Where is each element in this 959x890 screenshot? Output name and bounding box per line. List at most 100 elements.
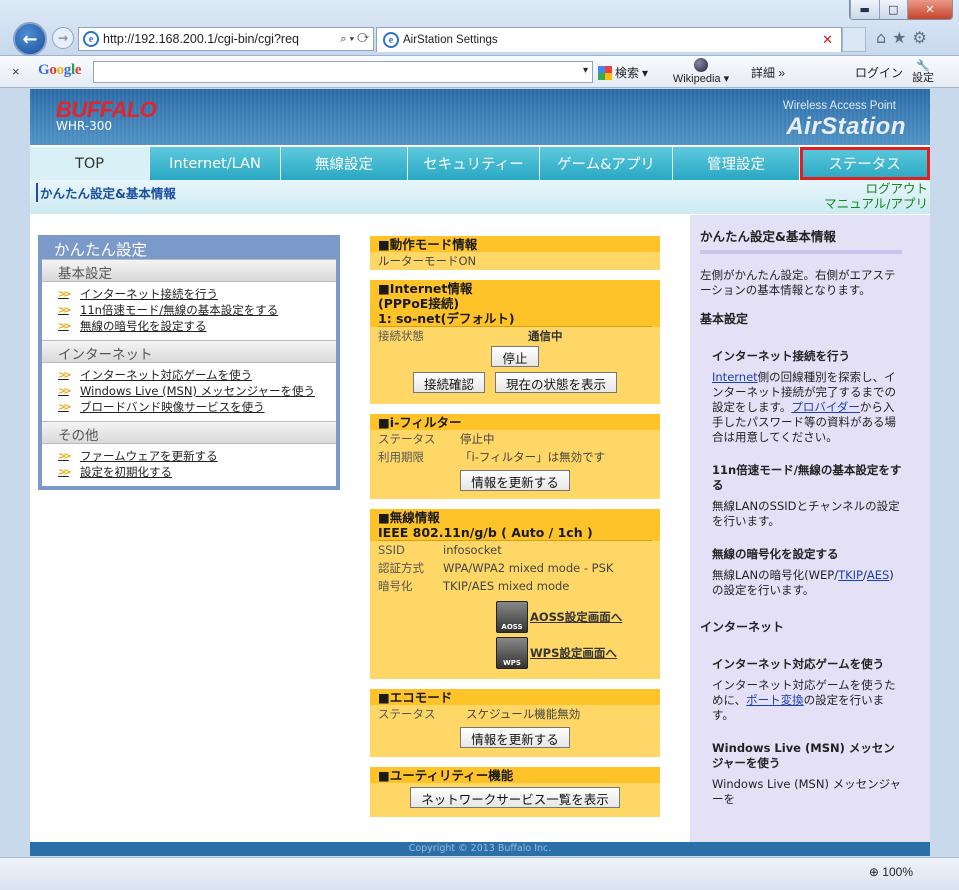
- link-label: インターネット対応ゲームを使う: [80, 368, 253, 382]
- address-text[interactable]: http://192.168.200.1/cgi-bin/cgi?req: [103, 32, 299, 46]
- easy-setup-box: かんたん設定 基本設定 >> インターネット接続を行う >> 11n倍速モード/無線…: [38, 235, 340, 490]
- double-arrow-icon: >>: [58, 385, 72, 397]
- toolbar-login-button[interactable]: ログイン: [855, 64, 903, 81]
- window-controls: ▬ □ ✕: [849, 0, 953, 20]
- logout-links: ログアウト マニュアル/アプリ: [824, 181, 928, 211]
- help-item3-text1: 無線LANの暗号化(WEP/: [712, 568, 839, 582]
- aoss-icon: AOSS: [496, 601, 528, 633]
- google-logo: Google: [38, 62, 82, 78]
- help-internet-heading: インターネット: [700, 620, 785, 634]
- menu-status[interactable]: ステータス: [800, 147, 930, 180]
- help-item2-title: 11n倍速モード/無線の基本設定をする: [712, 463, 902, 492]
- ifilter-period-value: 「i-フィルター」は無効です: [460, 450, 606, 464]
- address-bar[interactable]: e http://192.168.200.1/cgi-bin/cgi?req ⌕…: [78, 27, 374, 51]
- help-item1-text: Internet側の回線種別を探索し、インターネット接続が完了するまでの設定をし…: [712, 370, 902, 445]
- tab-title: AirStation Settings: [403, 34, 498, 46]
- easy-setup-title: かんたん設定: [54, 241, 148, 259]
- menu-security[interactable]: セキュリティー: [408, 147, 540, 180]
- link-11n-basic[interactable]: >> 11n倍速モード/無線の基本設定をする: [42, 302, 336, 318]
- link-broadband-video[interactable]: >> ブロードバンド映像サービスを使う: [42, 399, 336, 415]
- ssid-label: SSID: [378, 543, 405, 557]
- forward-button[interactable]: →: [52, 27, 74, 49]
- new-tab-button[interactable]: [842, 27, 866, 52]
- internet-title-line2: (PPPoE接続): [378, 296, 460, 311]
- google-search-input[interactable]: ▾: [93, 61, 593, 83]
- eco-status-row: ステータス スケジュール機能無効: [370, 705, 660, 723]
- wikipedia-button[interactable]: Wikipedia ▾: [671, 58, 731, 85]
- google-search-button[interactable]: 検索 ▾: [598, 64, 648, 81]
- menu-internet-lan[interactable]: Internet/LAN: [150, 147, 281, 180]
- maximize-button[interactable]: □: [878, 0, 907, 19]
- close-button[interactable]: ✕: [907, 0, 952, 19]
- star-icon[interactable]: ★: [892, 28, 906, 47]
- eco-status-label: ステータス: [378, 707, 436, 721]
- link-factory-reset[interactable]: >> 設定を初期化する: [42, 464, 336, 480]
- wps-link-label: WPS設定画面へ: [530, 646, 617, 660]
- link-firmware-update[interactable]: >> ファームウェアを更新する: [42, 448, 336, 464]
- ifilter-panel: ■i-フィルター ステータス 停止中 利用期限 「i-フィルター」は無効です 情報を…: [370, 414, 660, 499]
- link-online-game[interactable]: >> インターネット対応ゲームを使う: [42, 367, 336, 383]
- stop-button[interactable]: 停止: [491, 346, 539, 367]
- menu-wireless[interactable]: 無線設定: [281, 147, 408, 180]
- double-arrow-icon: >>: [58, 304, 72, 316]
- auth-label: 認証方式: [378, 561, 424, 575]
- wps-settings-link[interactable]: WPS WPS設定画面へ: [496, 637, 660, 669]
- zoom-level[interactable]: ⊕ 100%: [869, 865, 913, 879]
- double-arrow-icon: >>: [58, 466, 72, 478]
- eco-panel: ■エコモード ステータス スケジュール機能無効 情報を更新する: [370, 689, 660, 757]
- help-intro: 左側がかんたん設定。右側がエアステーションの基本情報となります。: [700, 268, 896, 297]
- check-connection-button[interactable]: 接続確認: [412, 372, 485, 393]
- ssid-row: SSID infosocket: [370, 541, 660, 559]
- eco-panel-title: ■エコモード: [370, 689, 660, 705]
- toolbar-settings-button[interactable]: 🔧 設定: [912, 60, 934, 84]
- aes-help-link[interactable]: AES: [867, 568, 889, 582]
- gear-icon[interactable]: ⚙: [913, 28, 927, 47]
- toolbar-more-button[interactable]: 詳細 »: [751, 64, 785, 81]
- back-button[interactable]: ←: [13, 22, 47, 56]
- ifilter-update-button[interactable]: 情報を更新する: [460, 470, 570, 491]
- manual-link[interactable]: マニュアル/アプリ: [824, 196, 928, 211]
- help-item5-title: Windows Live (MSN) メッセンジャーを使う: [712, 741, 895, 770]
- search-dropdown-icon[interactable]: ▾: [583, 65, 588, 76]
- menu-game-app[interactable]: ゲーム&アプリ: [540, 147, 673, 180]
- toolbar-settings-label: 設定: [912, 72, 934, 84]
- port-forward-help-link[interactable]: ポート変換: [746, 693, 804, 707]
- double-arrow-icon: >>: [58, 320, 72, 332]
- help-item4-title: インターネット対応ゲームを使う: [712, 657, 885, 671]
- help-item1-title: インターネット接続を行う: [712, 349, 850, 363]
- help-basic-heading: 基本設定: [700, 312, 749, 326]
- help-item2-text: 無線LANのSSIDとチャンネルの設定を行います。: [712, 499, 900, 528]
- tkip-help-link[interactable]: TKIP: [838, 568, 863, 582]
- home-icon[interactable]: ⌂: [876, 28, 886, 47]
- toolbar-close-icon[interactable]: ×: [12, 64, 20, 79]
- link-messenger[interactable]: >> Windows Live (MSN) メッセンジャーを使う: [42, 383, 336, 399]
- provider-help-link[interactable]: プロバイダー: [791, 400, 860, 414]
- help-title: かんたん設定&基本情報: [700, 229, 836, 244]
- link-wireless-encryption[interactable]: >> 無線の暗号化を設定する: [42, 318, 336, 334]
- minimize-button[interactable]: ▬: [850, 0, 879, 19]
- wireless-panel-title: ■無線情報 IEEE 802.11n/g/b ( Auto / 1ch ): [370, 509, 660, 541]
- menu-top[interactable]: TOP: [30, 147, 150, 180]
- link-internet-connect[interactable]: >> インターネット接続を行う: [42, 286, 336, 302]
- aoss-settings-link[interactable]: AOSS AOSS設定画面へ: [496, 601, 660, 633]
- browser-tab[interactable]: e AirStation Settings ✕: [376, 27, 842, 52]
- utility-panel-title: ■ユーティリティー機能: [370, 767, 660, 783]
- show-status-button[interactable]: 現在の状態を表示: [495, 372, 618, 393]
- encryption-row: 暗号化 TKIP/AES mixed mode: [370, 577, 660, 595]
- connection-status-value: 通信中: [528, 329, 563, 343]
- google-search-label: 検索: [615, 66, 640, 80]
- address-controls[interactable]: ⌕ ▾ ⟳: [340, 33, 373, 46]
- internet-help-link[interactable]: Internet: [712, 370, 758, 384]
- eco-update-button[interactable]: 情報を更新する: [460, 727, 570, 748]
- ifilter-status-label: ステータス: [378, 432, 436, 446]
- internet-title-line1: ■Internet情報: [378, 281, 473, 296]
- menu-admin[interactable]: 管理設定: [673, 147, 800, 180]
- tab-close-icon[interactable]: ✕: [822, 32, 833, 48]
- browser-titlebar: ▬ □ ✕ ← → e http://192.168.200.1/cgi-bin…: [0, 0, 959, 56]
- ifilter-status-value: 停止中: [460, 432, 495, 446]
- help-panel: かんたん設定&基本情報 左側がかんたん設定。右側がエアステーションの基本情報とな…: [690, 215, 930, 856]
- network-services-button[interactable]: ネットワークサービス一覧を表示: [410, 787, 620, 808]
- google-search-dropdown-icon[interactable]: ▾: [642, 66, 648, 80]
- wikipedia-dropdown-icon[interactable]: ▾: [724, 73, 730, 85]
- logout-link[interactable]: ログアウト: [824, 181, 928, 196]
